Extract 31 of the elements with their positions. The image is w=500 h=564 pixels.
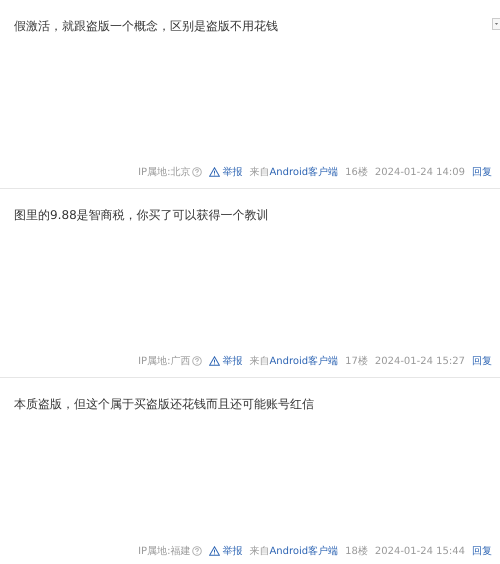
floor-number: 18楼: [345, 544, 368, 558]
report-link[interactable]: 举报: [222, 354, 242, 368]
source-label: 来自: [249, 354, 270, 368]
dropdown-icon[interactable]: [492, 18, 500, 30]
source-label: 来自: [249, 166, 270, 179]
help-icon[interactable]: [192, 546, 202, 556]
reply-link[interactable]: 回复: [472, 354, 492, 368]
post-text: 假激活，就跟盗版一个概念，区别是盗版不用花钱: [14, 18, 279, 35]
source-link[interactable]: Android客户端: [269, 354, 338, 368]
source-link[interactable]: Android客户端: [269, 165, 338, 179]
reply-link[interactable]: 回复: [472, 544, 492, 558]
warning-icon[interactable]: [209, 356, 220, 366]
source-label: 来自: [249, 544, 270, 558]
post-time: 2024-01-24 15:27: [374, 356, 465, 366]
help-icon[interactable]: [192, 356, 202, 366]
post-text: 本质盗版，但这个属于买盗版还花钱而且还可能账号红信: [14, 396, 315, 413]
post-text: 图里的9.88是智商税，你买了可以获得一个教训: [14, 207, 270, 224]
ip-location: IP属地:广西: [138, 354, 190, 368]
ip-location: IP属地:北京: [138, 166, 190, 179]
warning-icon[interactable]: [209, 546, 220, 556]
warning-icon[interactable]: [209, 167, 220, 177]
source-link[interactable]: Android客户端: [269, 544, 338, 558]
report-link[interactable]: 举报: [222, 165, 242, 179]
report-link[interactable]: 举报: [222, 544, 242, 558]
ip-location: IP属地:福建: [138, 544, 190, 558]
post-time: 2024-01-24 14:09: [374, 166, 465, 178]
floor-number: 17楼: [345, 354, 368, 368]
reply-link[interactable]: 回复: [472, 165, 492, 179]
floor-number: 16楼: [345, 166, 368, 179]
post-time: 2024-01-24 15:44: [374, 546, 465, 556]
help-icon[interactable]: [192, 167, 202, 177]
